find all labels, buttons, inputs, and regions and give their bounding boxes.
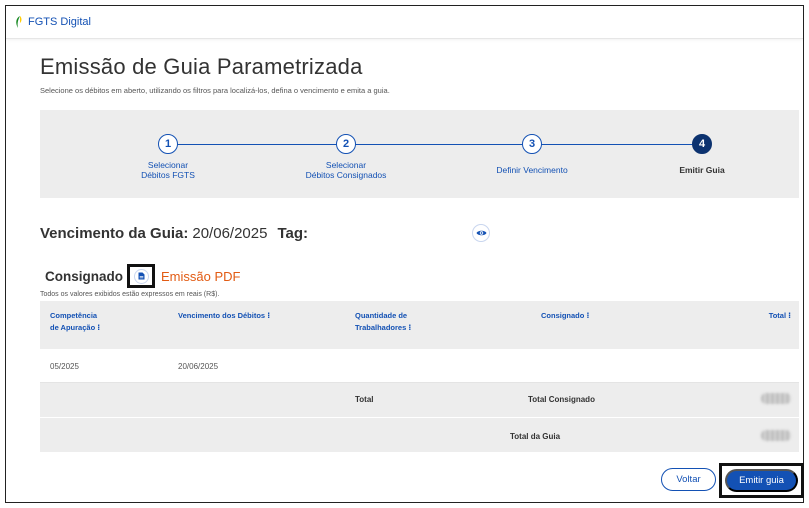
step-4: 4 Emitir Guia: [632, 134, 772, 175]
col-consignado[interactable]: Consignado ⁝: [541, 310, 589, 322]
step-3-number: 3: [522, 134, 542, 154]
voltar-button[interactable]: Voltar: [661, 468, 716, 491]
due-date-value: 20/06/2025: [192, 225, 268, 242]
due-date-label: Vencimento da Guia:: [40, 225, 189, 242]
col-vencimento-label: Vencimento dos Débitos: [178, 311, 266, 320]
currency-note: Todos os valores exibidos estão expresso…: [40, 291, 220, 298]
step-2[interactable]: 2 Selecionar Débitos Consignados: [276, 134, 416, 180]
fgts-leaf-icon: [16, 16, 22, 28]
sort-icon: ⁝: [586, 311, 590, 320]
emitir-guia-highlight: Emitir guia: [719, 463, 804, 498]
col-competencia-line2: de Apuração: [50, 323, 96, 332]
col-total-label: Total: [768, 311, 787, 320]
step-3-label: Definir Vencimento: [496, 165, 568, 175]
step-1-label-line2: Débitos FGTS: [141, 170, 195, 180]
top-bar: FGTS Digital: [6, 6, 803, 39]
eye-toggle-button[interactable]: [472, 224, 490, 242]
sort-icon: ⁝: [97, 323, 101, 332]
cell-vencimento: 20/06/2025: [178, 362, 219, 371]
document-icon: [138, 272, 144, 280]
col-quantidade[interactable]: Quantidade de Trabalhadores ⁝: [355, 310, 411, 334]
step-3[interactable]: 3 Definir Vencimento: [462, 134, 602, 175]
table-row: 05/2025 20/06/2025: [40, 349, 799, 383]
guia-total-row: Total da Guia: [40, 418, 799, 452]
step-4-label: Emitir Guia: [679, 165, 725, 175]
col-quantidade-line2: Trabalhadores: [355, 323, 407, 332]
cell-competencia: 05/2025: [50, 362, 79, 371]
brand-name: FGTS Digital: [28, 16, 91, 28]
table-header: Competência de Apuração ⁝ Vencimento dos…: [40, 301, 799, 349]
redacted-value: [761, 430, 791, 441]
col-consignado-label: Consignado: [541, 311, 585, 320]
step-4-number: 4: [692, 134, 712, 154]
col-competencia-line1: Competência: [50, 311, 98, 320]
pdf-icon-button[interactable]: [127, 264, 155, 288]
step-2-number: 2: [336, 134, 356, 154]
step-2-label: Selecionar Débitos Consignados: [276, 160, 416, 180]
emissao-pdf-link[interactable]: Emissão PDF: [161, 269, 240, 284]
emitir-guia-button[interactable]: Emitir guia: [725, 469, 798, 492]
step-2-label-line2: Débitos Consignados: [305, 170, 387, 180]
consignado-label: Consignado: [45, 268, 123, 284]
brand-logo[interactable]: FGTS Digital: [14, 15, 91, 29]
total-guia-label: Total da Guia: [510, 432, 561, 441]
total-label: Total: [355, 395, 374, 404]
step-1-number: 1: [158, 134, 178, 154]
tag-label: Tag:: [277, 225, 309, 242]
app-window: FGTS Digital Emissão de Guia Parametriza…: [5, 5, 804, 503]
col-competencia[interactable]: Competência de Apuração ⁝: [50, 310, 100, 334]
progress-stepper: 1 Selecionar Débitos FGTS 2 Selecionar D…: [40, 110, 799, 198]
page-title: Emissão de Guia Parametrizada: [40, 54, 363, 79]
sort-icon: ⁝: [408, 323, 412, 332]
col-vencimento[interactable]: Vencimento dos Débitos ⁝: [178, 310, 270, 322]
sort-icon: ⁝: [788, 311, 791, 320]
totals-row: Total Total Consignado: [40, 383, 799, 417]
pdf-icon-circle: [133, 268, 149, 284]
sort-icon: ⁝: [267, 311, 271, 320]
page-subtitle: Selecione os débitos em aberto, utilizan…: [40, 86, 390, 95]
step-1-label: Selecionar Débitos FGTS: [98, 160, 238, 180]
total-consignado-label: Total Consignado: [528, 395, 595, 404]
redacted-value: [761, 393, 791, 404]
due-date-row: Vencimento da Guia: 20/06/2025 Tag:: [40, 225, 308, 242]
consignado-row: Consignado Emissão PDF: [45, 264, 240, 288]
step-2-label-line1: Selecionar: [325, 160, 367, 170]
col-quantidade-line1: Quantidade de: [355, 311, 408, 320]
step-1-label-line1: Selecionar: [147, 160, 189, 170]
step-1[interactable]: 1 Selecionar Débitos FGTS: [98, 134, 238, 180]
debits-table: Competência de Apuração ⁝ Vencimento dos…: [40, 301, 799, 452]
col-total[interactable]: Total ⁝: [769, 310, 791, 322]
stepper-connector: [168, 144, 700, 145]
eye-icon: [476, 230, 486, 236]
